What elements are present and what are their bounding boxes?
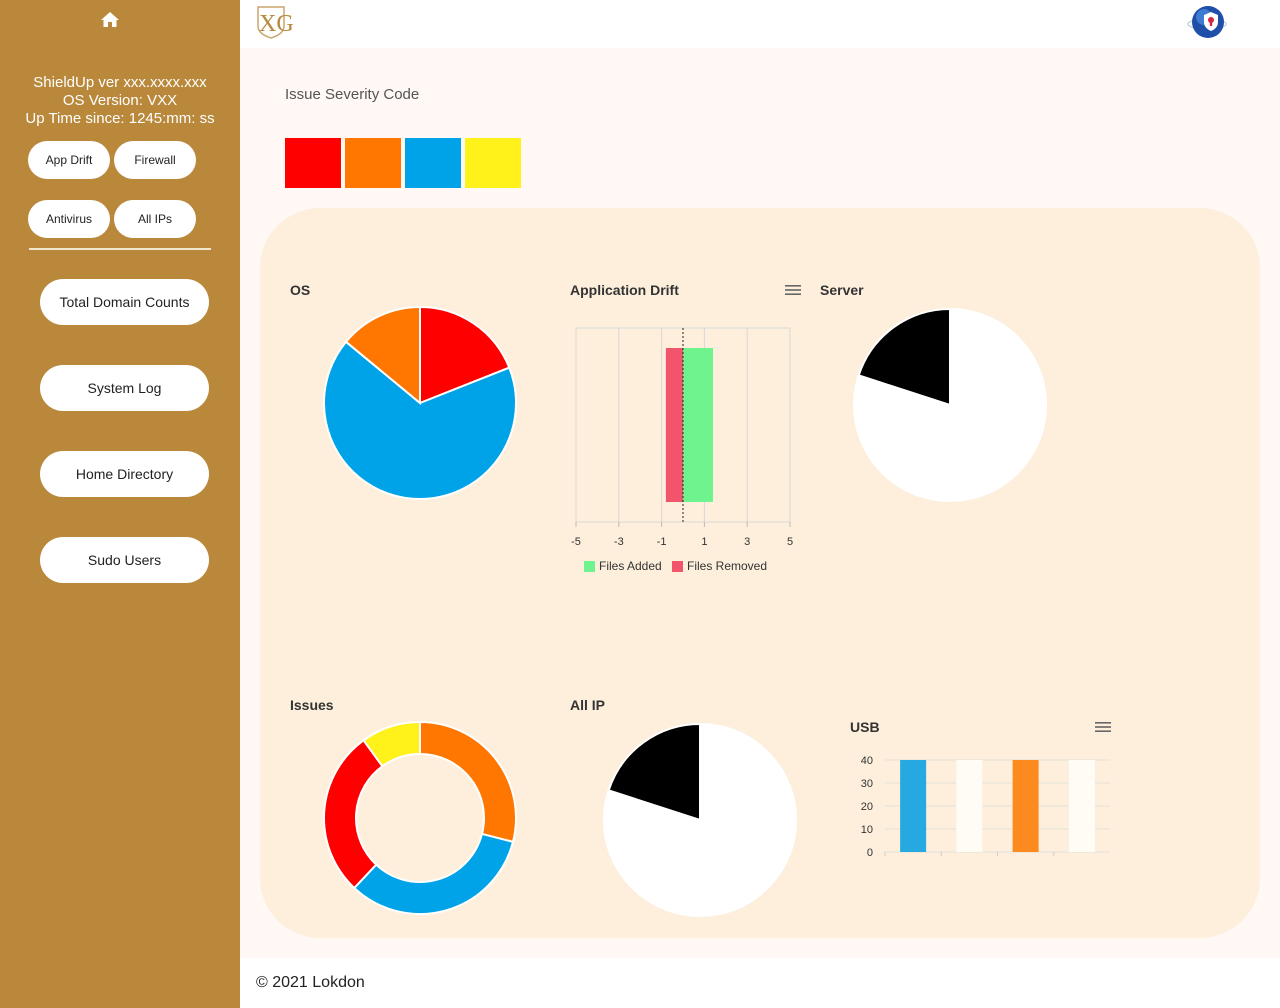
app-drift-bar-chart: -5 -3 -1 1 3 5 Files Added Files Removed (571, 327, 793, 573)
usb-tick-label: 20 (861, 801, 873, 813)
os-pie-chart (323, 305, 517, 500)
drift-tick-label: 1 (701, 536, 707, 548)
total-domain-counts-button[interactable]: Total Domain Counts (40, 279, 209, 325)
all-ip-chart-title: All IP (570, 697, 606, 713)
drift-tick-label: 3 (744, 536, 750, 548)
drift-bar-files-added (683, 348, 713, 502)
sidebar-divider (29, 248, 211, 250)
usb-menu-icon[interactable] (1094, 720, 1112, 734)
drift-bar-files-removed (665, 348, 683, 502)
app-drift-button[interactable]: App Drift (28, 141, 110, 179)
drift-legend-label: Files Removed (687, 559, 767, 573)
xg-logo: XG (254, 4, 296, 40)
usb-bar-3 (1068, 760, 1095, 852)
firewall-button[interactable]: Firewall (114, 141, 196, 179)
all-ips-button[interactable]: All IPs (114, 200, 196, 238)
drift-legend-label: Files Added (599, 559, 662, 573)
sudo-users-button[interactable]: Sudo Users (40, 537, 209, 583)
uptime-text: Up Time since: 1245:mm: ss (25, 110, 215, 127)
main-content: Issue Severity Code OS Application Drift… (240, 48, 1280, 958)
usb-tick-label: 30 (861, 778, 873, 790)
footer: © 2021 Lokdon (240, 958, 1280, 1008)
system-log-button[interactable]: System Log (40, 365, 209, 411)
usb-tick-label: 40 (861, 755, 873, 767)
server-pie-chart (853, 307, 1047, 502)
issues-doughnut-chart (323, 720, 517, 915)
issues-doughnut-slice-1 (352, 832, 515, 915)
usb-bar-2 (1012, 760, 1039, 852)
issues-doughnut-slice-2 (323, 738, 384, 890)
drift-legend-swatch (672, 561, 683, 572)
logo-text: XG (259, 11, 294, 37)
antivirus-button[interactable]: Antivirus (28, 200, 110, 238)
severity-swatch-high (345, 138, 401, 188)
server-chart-title: Server (820, 282, 864, 298)
usb-chart-title: USB (850, 719, 880, 735)
issues-chart-title: Issues (290, 697, 334, 713)
severity-swatch-critical (285, 138, 341, 188)
dashboard-panel: OS Application Drift -5 -3 -1 1 3 5 Files Adde… (260, 208, 1260, 938)
issues-doughnut-slice-0 (419, 720, 517, 844)
severity-swatch-low (465, 138, 521, 188)
usb-bar-0 (900, 760, 927, 852)
drift-tick-label: -3 (614, 536, 624, 548)
usb-tick-label: 10 (861, 824, 873, 836)
os-chart-title: OS (290, 282, 311, 298)
usb-tick-label: 0 (867, 847, 873, 859)
drift-tick-label: -5 (571, 536, 581, 548)
app-drift-chart-title: Application Drift (570, 282, 679, 298)
globe-shield-icon[interactable] (1185, 3, 1229, 43)
home-directory-button[interactable]: Home Directory (40, 451, 209, 497)
app-drift-menu-icon[interactable] (784, 283, 802, 297)
drift-tick-label: 5 (787, 536, 793, 548)
all-ip-pie-chart (603, 722, 797, 917)
sidebar: ShieldUp ver xxx.xxxx.xxx OS Version: VX… (0, 0, 240, 1008)
top-bar: XG (240, 0, 1280, 48)
drift-legend-swatch (584, 561, 595, 572)
severity-swatch-medium (405, 138, 461, 188)
usb-bar-chart: 0 10 20 30 40 (861, 755, 1110, 859)
os-version-text: OS Version: VXX (62, 92, 178, 109)
severity-title: Issue Severity Code (285, 86, 420, 103)
system-info: ShieldUp ver xxx.xxxx.xxx OS Version: VX… (0, 74, 240, 128)
drift-tick-label: -1 (657, 536, 667, 548)
footer-text: © 2021 Lokdon (256, 974, 365, 991)
version-text: ShieldUp ver xxx.xxxx.xxx (33, 74, 207, 91)
usb-bar-1 (956, 760, 983, 852)
home-icon[interactable] (99, 10, 121, 30)
